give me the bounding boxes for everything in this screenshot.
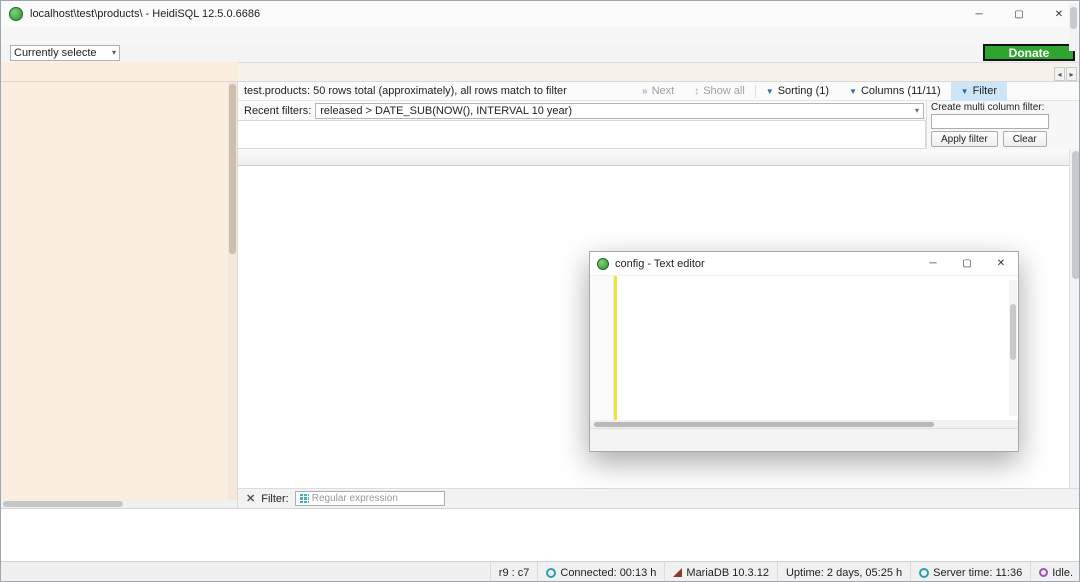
tree-scrollbar[interactable] [228,82,237,508]
sort-dropdown-icon: ▼ [766,87,774,96]
columns-button[interactable]: ▼Columns (11/11) [839,82,951,101]
next-rows-button[interactable]: »Next [632,82,684,101]
run-target-value: Currently selecte [14,47,97,59]
data-toolbar: test.products: 50 rows total (approximat… [238,82,1080,101]
quick-filter-input[interactable] [312,493,432,504]
tree-hscrollbar[interactable] [1,500,237,508]
maximize-button[interactable]: ▢ [999,1,1039,27]
server-time: Server time: 11:36 [910,562,1030,582]
tab-scroll-left-button[interactable]: ◂ [1054,67,1065,81]
donate-button[interactable]: Donate [983,44,1075,61]
session-tabs [1,62,238,81]
filter-button[interactable]: ▼Filter [951,82,1007,101]
show-all-button[interactable]: ↕Show all [684,82,755,101]
editor-hscrollbar[interactable] [590,420,1018,428]
filter-dropdown-icon: ▼ [961,87,969,96]
clock-icon [919,568,929,578]
minimize-button[interactable]: ─ [959,1,999,27]
quick-filter-bar: ✕ Filter: [238,488,1080,508]
cursor-position: r9 : c7 [490,562,538,582]
json-editor[interactable] [617,276,1018,420]
title-bar: localhost\test\products\ - HeidiSQL 12.5… [1,1,1079,27]
recent-filter-value: released > DATE_SUB(NOW(), INTERVAL 10 y… [320,105,572,117]
grid-header [238,149,1069,166]
database-tree [1,82,238,508]
main-tabs [238,62,1052,81]
tab-scroll: ◂ ▸ [1052,67,1079,81]
run-target-select[interactable]: Currently selecte ▾ [10,45,120,61]
connection-time: Connected: 00:13 h [537,562,664,582]
chevron-down-icon: ▾ [915,106,919,115]
text-editor-dialog: config - Text editor ─ ▢ ✕ [589,251,1019,452]
dialog-close-button[interactable]: ✕ [984,252,1018,275]
session-icon [299,494,309,503]
dialog-title-bar: config - Text editor ─ ▢ ✕ [590,252,1018,276]
server-version: MariaDB 10.3.12 [664,562,777,582]
dialog-minimize-button[interactable]: ─ [916,252,950,275]
server-uptime: Uptime: 2 days, 05:25 h [777,562,910,582]
grid-scrollbar[interactable] [1069,149,1080,488]
tab-scroll-right-button[interactable]: ▸ [1066,67,1077,81]
rowcount-status: test.products: 50 rows total (approximat… [238,85,632,97]
editor-vscrollbar[interactable] [1009,280,1017,416]
chevron-down-icon: ▾ [112,48,116,57]
recent-filters-label: Recent filters: [238,105,315,117]
clock-icon [546,568,556,578]
dialog-maximize-button[interactable]: ▢ [950,252,984,275]
next-icon: » [642,86,648,97]
recent-filters-select[interactable]: released > DATE_SUB(NOW(), INTERVAL 10 y… [315,103,924,119]
mariadb-icon [673,568,682,577]
status-bar: r9 : c7 Connected: 00:13 h MariaDB 10.3.… [1,561,1080,582]
window-title: localhost\test\products\ - HeidiSQL 12.5… [30,8,260,20]
idle-icon [1039,568,1048,577]
multi-filter-input[interactable] [931,114,1049,129]
quick-filter-label: Filter: [261,493,289,505]
dialog-title: config - Text editor [615,258,705,270]
multi-column-filter-panel: Create multi column filter: Apply filter… [926,101,1080,149]
editor-toolbar [590,428,1018,451]
heidisql-window: localhost\test\products\ - HeidiSQL 12.5… [0,0,1080,582]
sorting-button[interactable]: ▼Sorting (1) [756,82,839,101]
line-numbers [590,276,614,420]
columns-dropdown-icon: ▼ [849,87,857,96]
filter-sql-editor[interactable] [238,120,926,149]
multi-filter-label: Create multi column filter: [931,102,1077,113]
log-scrollbar[interactable] [1069,3,1078,51]
menu-bar [1,27,1079,43]
close-filter-icon[interactable]: ✕ [246,492,255,505]
recent-filters-bar: Recent filters: released > DATE_SUB(NOW(… [238,101,926,120]
app-logo-icon [597,258,609,270]
app-logo-icon [9,7,23,21]
sql-log [1,508,1080,561]
main-toolbar: Currently selecte ▾ Donate [1,43,1079,63]
tab-strip: ◂ ▸ [1,63,1079,82]
idle-state: Idle. [1030,562,1080,582]
apply-filter-button[interactable]: Apply filter [931,131,998,147]
show-all-icon: ↕ [694,86,699,97]
clear-filter-button[interactable]: Clear [1003,131,1047,147]
